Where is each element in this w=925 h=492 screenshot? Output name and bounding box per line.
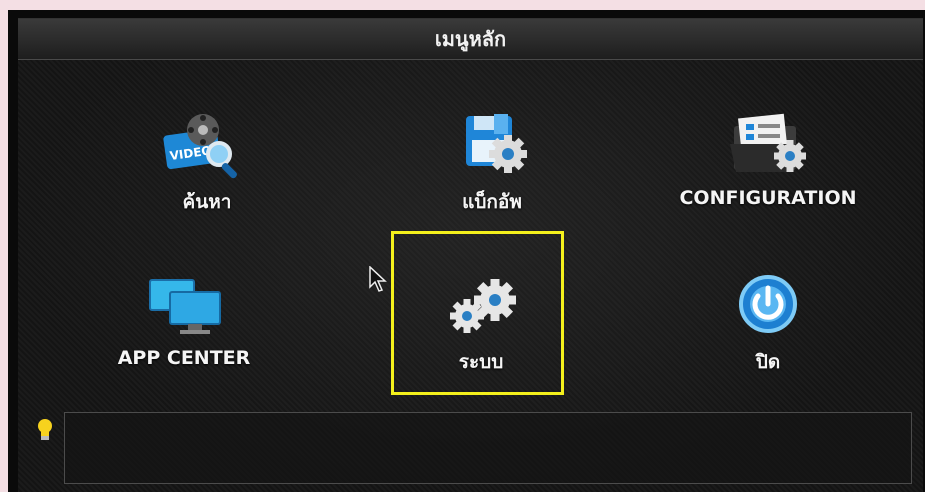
config-folder-gear-icon: [718, 109, 818, 181]
menu-item-search[interactable]: VIDEO ค้นหา: [97, 109, 317, 229]
menu-label-backup: แบ็กอัพ: [462, 191, 522, 213]
monitors-icon: [134, 269, 234, 341]
main-menu-window: เมนูหลัก VIDEO ค้นหา แบ็กอัพ CONFIGURATI…: [18, 18, 923, 492]
menu-item-app-center[interactable]: APP CENTER: [74, 269, 294, 389]
power-icon: [718, 269, 818, 341]
menu-item-shutdown[interactable]: ปิด: [658, 269, 878, 389]
menu-item-backup[interactable]: แบ็กอัพ: [382, 109, 602, 229]
window-title: เมนูหลัก: [434, 27, 507, 51]
monitor-frame: เมนูหลัก VIDEO ค้นหา แบ็กอัพ CONFIGURATI…: [8, 10, 925, 492]
menu-label-system: ระบบ: [458, 351, 504, 373]
gears-icon: [431, 269, 531, 341]
menu-item-system[interactable]: ระบบ: [371, 269, 591, 389]
video-search-icon: VIDEO: [157, 109, 257, 181]
backup-floppy-gear-icon: [442, 109, 542, 181]
menu-label-search: ค้นหา: [182, 191, 232, 213]
title-bar: เมนูหลัก: [18, 19, 923, 60]
menu-label-configuration: CONFIGURATION: [679, 187, 857, 209]
lightbulb-icon: [36, 418, 54, 446]
menu-label-shutdown: ปิด: [755, 351, 781, 373]
mouse-cursor-icon: [369, 265, 389, 296]
menu-label-app-center: APP CENTER: [117, 347, 251, 369]
hint-box: [64, 412, 912, 484]
menu-item-configuration[interactable]: CONFIGURATION: [658, 109, 878, 229]
